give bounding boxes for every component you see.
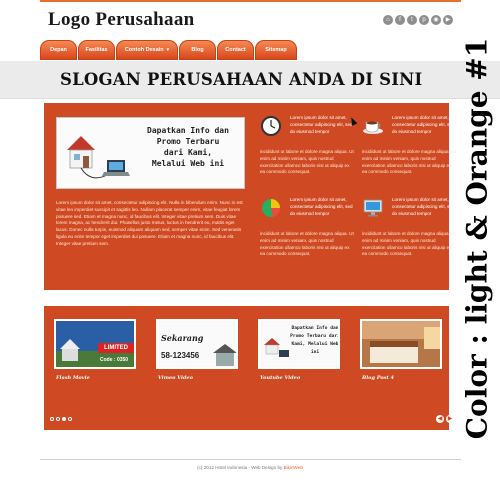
thumb-1-text: Code : 0350 (100, 357, 129, 363)
banner-text: Dapatkan Info dan Promo Terbaru dari Kam… (133, 125, 243, 169)
nav-blog[interactable]: Blog (179, 40, 216, 60)
feature-4-body: incididunt ut labore et dolore magna ali… (362, 231, 456, 257)
promo-banner[interactable]: Dapatkan Info dan Promo Terbaru dari Kam… (56, 117, 245, 189)
main-navigation: Depan Fasilitas Contoh Desain ▾ Blog Con… (40, 40, 297, 60)
monitor-icon (363, 199, 383, 217)
footer-divider (40, 459, 461, 460)
feature-2-head: Lorem ipsum dolor sit amet, consectetur … (392, 115, 455, 134)
site-logo[interactable]: Logo Perusahaan (48, 9, 195, 31)
arrow-left-icon[interactable]: ◀ (436, 415, 444, 423)
footer: (c) 2012 Hotel Indonesia - Web Design by… (0, 465, 500, 470)
nav-fasilitas[interactable]: Fasilitas (78, 40, 115, 60)
social-icons: ⌂ f t p ◉ ▶ (383, 15, 453, 25)
pie-chart-icon (262, 199, 281, 217)
house-icon (213, 344, 236, 366)
house-laptop-icon (264, 338, 289, 357)
banner-line-3: dari Kami, (163, 148, 213, 157)
slider-arrows: ◀ ▶ (436, 415, 454, 423)
thumb-3-text: Dapatkan Info dan Promo Terbaru dari Kam… (290, 326, 340, 355)
slogan: SLOGAN PERUSAHAAN ANDA DI SINI (60, 70, 423, 89)
footer-text: (c) 2012 Hotel Indonesia - Web Design by (197, 465, 284, 470)
nav-contoh-desain-label: Contoh Desain (124, 47, 164, 53)
banner-line-2: Promo Terbaru (156, 137, 220, 146)
slider-dot-1[interactable] (50, 417, 54, 421)
gallery-thumb-1[interactable]: LIMITED Code : 0350 (54, 319, 136, 369)
nav-sitemap[interactable]: Sitemap (255, 40, 297, 60)
hotel-room-photo (362, 321, 440, 367)
pinterest-icon[interactable]: p (419, 15, 429, 25)
gallery-thumb-2[interactable]: Sekarang 58-123456 (156, 319, 238, 369)
nav-depan[interactable]: Depan (40, 40, 77, 60)
gallery-thumb-4[interactable] (360, 319, 442, 369)
gallery-caption-3[interactable]: Youtube Video (260, 375, 300, 381)
intro-paragraph: Lorem ipsum dolor sit amet, consectetur … (56, 200, 243, 246)
nav-contact[interactable]: Contact (217, 40, 254, 60)
feature-3-body: incididunt ut labore et dolore magna ali… (260, 231, 354, 257)
feature-3-head: Lorem ipsum dolor sit amet, consectetur … (290, 197, 353, 216)
gallery-caption-2[interactable]: Vimeo Video (158, 375, 193, 381)
clock-icon (261, 116, 281, 136)
side-caption-text: Color : light & Orange #1 (460, 37, 494, 439)
gallery-caption-1[interactable]: Flash Movie (56, 375, 90, 381)
feature-1-head: Lorem ipsum dolor sit amet, consectetur … (290, 115, 353, 134)
chevron-down-icon: ▾ (166, 47, 170, 53)
features-panel: Dapatkan Info dan Promo Terbaru dari Kam… (44, 103, 456, 290)
facebook-icon[interactable]: f (395, 15, 405, 25)
slider-dot-3[interactable] (62, 417, 66, 421)
slider-dot-4[interactable] (68, 417, 72, 421)
thumb-2-text: Sekarang (161, 333, 204, 343)
youtube-icon[interactable]: ▶ (443, 15, 453, 25)
banner-line-1: Dapatkan Info dan (147, 126, 229, 135)
rss-icon[interactable]: ◉ (431, 15, 441, 25)
nav-contoh-desain[interactable]: Contoh Desain ▾ (116, 40, 178, 60)
top-accent-line (40, 0, 461, 2)
slider-dot-2[interactable] (56, 417, 60, 421)
feature-1-body: incididunt ut labore et dolore magna ali… (260, 149, 354, 175)
arrow-right-icon[interactable]: ▶ (446, 415, 454, 423)
house-laptop-icon (67, 136, 130, 179)
home-icon[interactable]: ⌂ (383, 15, 393, 25)
footer-credit-link[interactable]: BikinWeb (284, 465, 303, 470)
gallery-caption-4[interactable]: Blog Post 4 (362, 375, 394, 381)
feature-2-body: incididunt ut labore et dolore magna ali… (362, 149, 456, 175)
gallery-thumb-3[interactable]: Dapatkan Info dan Promo Terbaru dari Kam… (258, 319, 340, 369)
feature-4-head: Lorem ipsum dolor sit amet, consectetur … (392, 197, 455, 216)
twitter-icon[interactable]: t (407, 15, 417, 25)
thumb-1-badge: LIMITED (104, 345, 128, 351)
gallery-panel: LIMITED Code : 0350 Flash Movie Sekarang… (44, 306, 454, 430)
side-caption: Color : light & Orange #1 (458, 18, 496, 458)
coffee-cup-icon (363, 121, 383, 134)
slider-dots (50, 417, 72, 421)
thumb-2-badge: 58-123456 (161, 351, 200, 360)
banner-line-4: Melalui Web ini (151, 159, 225, 168)
